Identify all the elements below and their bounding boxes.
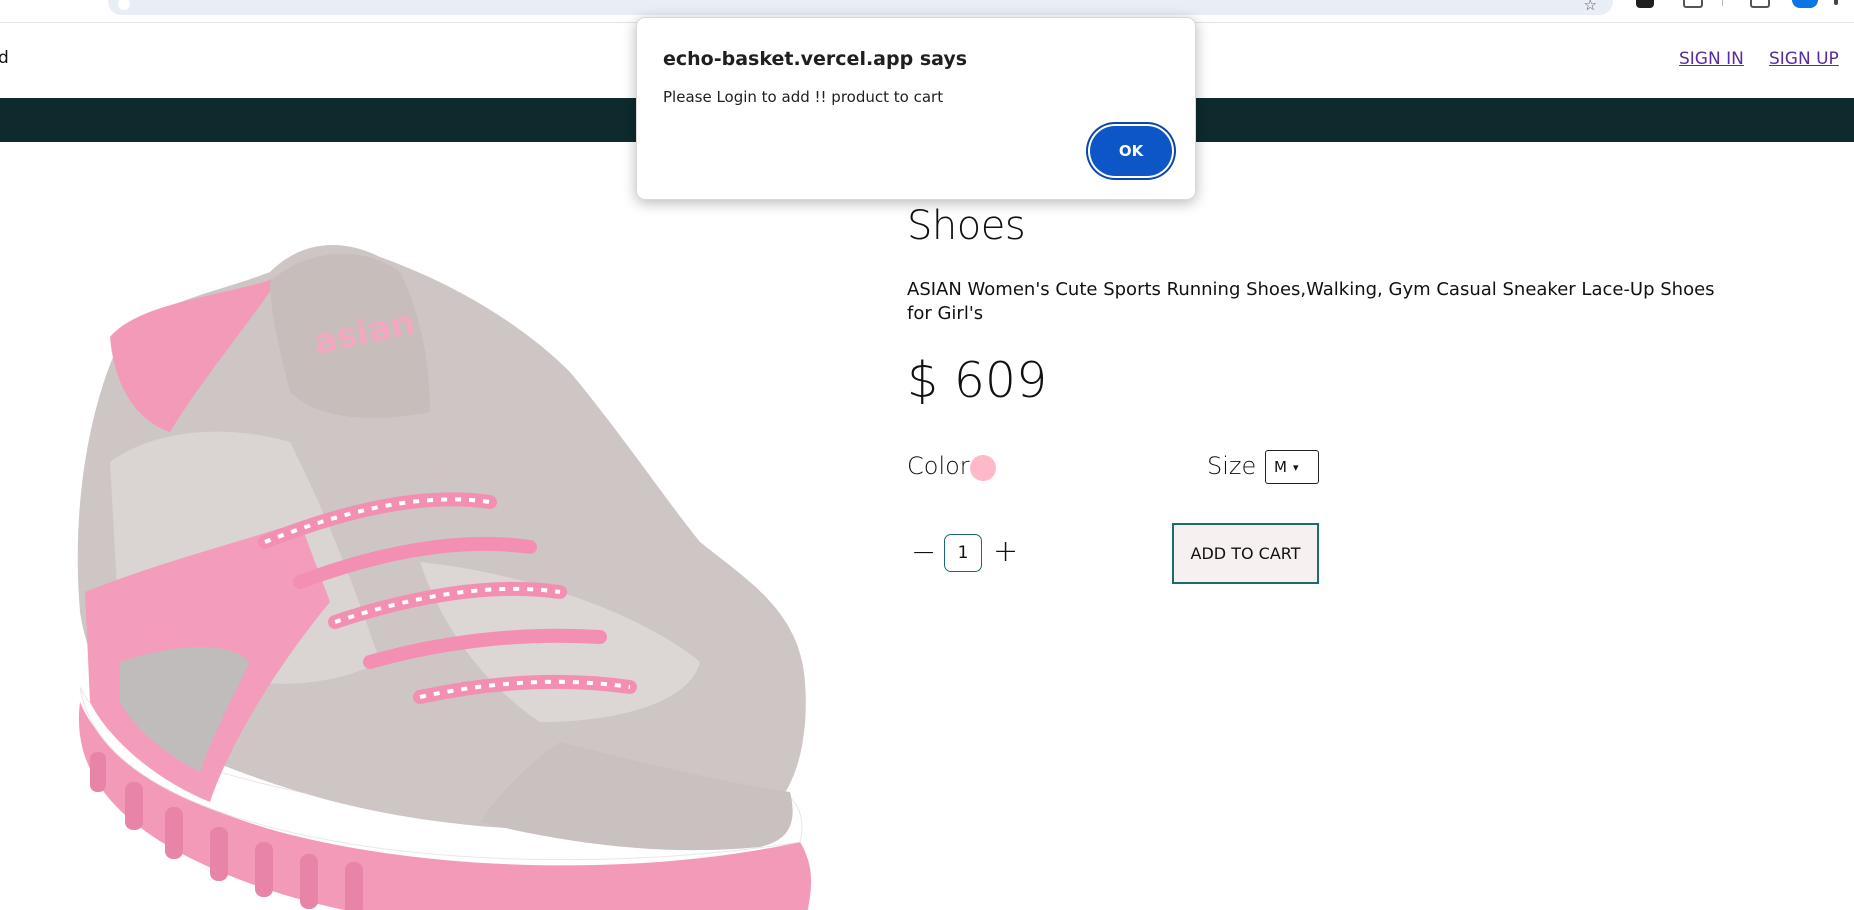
address-bar[interactable]: ☆ xyxy=(108,0,1613,15)
menu-icon[interactable] xyxy=(1834,0,1838,5)
star-icon[interactable]: ☆ xyxy=(1584,0,1597,13)
dialog-title: echo-basket.vercel.app says xyxy=(663,48,968,70)
add-to-cart-button[interactable]: ADD TO CART xyxy=(1172,523,1319,584)
size-select[interactable]: M ▾ xyxy=(1265,450,1319,484)
extension-icon[interactable] xyxy=(1636,0,1654,8)
product-description: ASIAN Women's Cute Sports Running Shoes,… xyxy=(907,279,1715,324)
window-icon[interactable] xyxy=(1750,0,1770,8)
product-title: Shoes xyxy=(907,203,1026,249)
dialog-message: Please Login to add !! product to cart xyxy=(663,88,944,106)
color-label: Color xyxy=(907,452,970,480)
sign-in-link[interactable]: SIGN IN xyxy=(1679,49,1744,69)
ok-button[interactable]: OK xyxy=(1090,126,1172,176)
plus-icon[interactable]: + xyxy=(993,537,1018,567)
quantity-field[interactable]: 1 xyxy=(944,534,982,572)
minus-icon[interactable]: − xyxy=(911,538,936,568)
product-image: asian xyxy=(77,245,812,910)
chevron-down-icon: ▾ xyxy=(1292,460,1299,474)
size-label: Size xyxy=(1207,452,1257,480)
site-logo[interactable]: d xyxy=(0,48,9,68)
sign-up-link[interactable]: SIGN UP xyxy=(1769,49,1839,69)
tab-icon[interactable] xyxy=(1683,0,1703,8)
site-info-icon[interactable] xyxy=(118,0,130,10)
product-price: $ 609 xyxy=(907,352,1048,409)
profile-avatar-icon[interactable] xyxy=(1792,0,1818,8)
quantity-value: 1 xyxy=(957,543,969,563)
color-swatch[interactable] xyxy=(970,455,996,481)
toolbar-divider xyxy=(1722,0,1723,6)
alert-dialog: echo-basket.vercel.app says Please Login… xyxy=(636,17,1196,200)
size-select-value: M xyxy=(1274,458,1287,476)
